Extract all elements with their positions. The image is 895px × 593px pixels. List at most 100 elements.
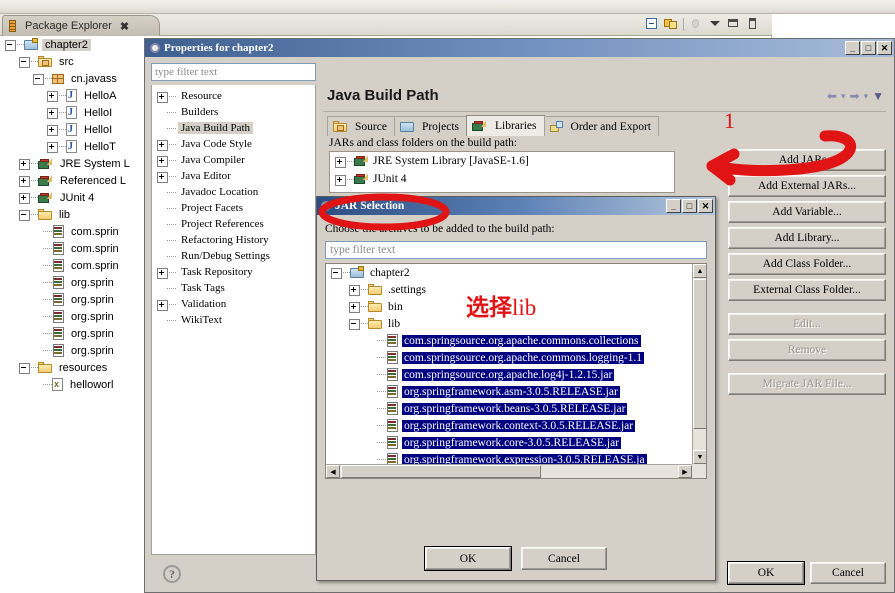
last-edit-icon[interactable]	[362, 0, 375, 13]
expand-twisty-icon[interactable]	[46, 124, 58, 136]
jar-tree-item[interactable]: com.springsource.org.apache.commons.logg…	[326, 349, 694, 366]
stop-icon[interactable]	[210, 0, 223, 13]
add-variable-button[interactable]: Add Variable...	[728, 201, 886, 223]
close-icon[interactable]: ✖	[120, 20, 129, 33]
tree-item[interactable]: resources	[0, 359, 147, 376]
back-arrow-icon[interactable]: ⬅	[827, 89, 837, 103]
tree-item[interactable]: src	[0, 53, 147, 70]
tree-item[interactable]: org.sprin	[0, 274, 147, 291]
search-icon[interactable]	[292, 0, 305, 13]
debug-icon[interactable]	[112, 0, 125, 13]
external-tools-icon[interactable]	[170, 0, 183, 13]
save-icon[interactable]	[22, 0, 35, 13]
tree-item[interactable]: com.sprin	[0, 257, 147, 274]
tree-item[interactable]: Referenced L	[0, 172, 147, 189]
tree-item[interactable]: JRE System L	[0, 155, 147, 172]
add-external-jars-button[interactable]: Add External JARs...	[728, 175, 886, 197]
properties-tree-item[interactable]: Validation	[152, 296, 315, 312]
properties-tree-item[interactable]: Java Code Style	[152, 136, 315, 152]
forward-dropdown-icon[interactable]: ▾	[864, 91, 869, 102]
properties-tree-item[interactable]: Java Build Path	[152, 120, 315, 136]
minimize-button[interactable]: _	[845, 41, 860, 55]
build-path-tabs[interactable]: Source Projects Libraries Order and Export	[327, 115, 659, 136]
external-class-folder-button[interactable]: External Class Folder...	[728, 279, 886, 301]
jar-selection-filter-input[interactable]: type filter text	[325, 241, 707, 259]
collapse-twisty-icon[interactable]	[18, 209, 30, 221]
expand-twisty-icon[interactable]	[18, 158, 30, 170]
close-button[interactable]: ✕	[698, 199, 713, 213]
tree-item[interactable]: lib	[0, 206, 147, 223]
collapse-twisty-icon[interactable]	[4, 39, 16, 51]
collapse-twisty-icon[interactable]	[18, 362, 30, 374]
expand-twisty-icon[interactable]	[46, 141, 58, 153]
new-icon[interactable]	[4, 0, 17, 13]
run-icon[interactable]	[134, 0, 147, 13]
collapse-twisty-icon[interactable]	[32, 73, 44, 85]
link-with-editor-icon[interactable]	[664, 17, 678, 31]
properties-tree-item[interactable]: Project Facets	[152, 200, 315, 216]
properties-tree-item[interactable]: Project References	[152, 216, 315, 232]
tree-item[interactable]: chapter2	[0, 36, 147, 53]
focus-on-active-task-icon[interactable]	[689, 17, 703, 31]
expand-twisty-icon[interactable]	[46, 90, 58, 102]
help-question-icon[interactable]: ?	[163, 565, 181, 583]
build-path-entry[interactable]: JUnit 4	[330, 170, 674, 188]
scroll-down-arrow-icon[interactable]: ▼	[693, 450, 706, 464]
vertical-scroll-thumb[interactable]	[693, 279, 706, 429]
properties-tree-item[interactable]: Javadoc Location	[152, 184, 315, 200]
expand-twisty-icon[interactable]	[18, 192, 30, 204]
forward-history-icon[interactable]	[406, 0, 419, 13]
ok-button[interactable]: OK	[727, 561, 805, 585]
scroll-right-arrow-icon[interactable]: ▶	[678, 465, 692, 478]
expand-twisty-icon[interactable]	[156, 139, 168, 151]
properties-tree-item[interactable]: Resource	[152, 88, 315, 104]
save-all-icon[interactable]	[40, 0, 53, 13]
tree-item[interactable]: org.sprin	[0, 308, 147, 325]
jar-tree-item[interactable]: org.springframework.beans-3.0.5.RELEASE.…	[326, 400, 694, 417]
scroll-up-arrow-icon[interactable]: ▲	[693, 264, 706, 278]
build-path-entries-list[interactable]: JRE System Library [JavaSE-1.6] JUnit 4	[329, 151, 675, 193]
new-java-class-icon[interactable]	[240, 0, 253, 13]
jar-tree-item[interactable]: com.springsource.org.apache.commons.coll…	[326, 332, 694, 349]
new-package-icon[interactable]	[262, 0, 275, 13]
maximize-button[interactable]: □	[861, 41, 876, 55]
expand-twisty-icon[interactable]	[348, 284, 360, 296]
tree-item[interactable]: org.sprin	[0, 291, 147, 308]
expand-twisty-icon[interactable]	[18, 175, 30, 187]
properties-tree-item[interactable]: Refactoring History	[152, 232, 315, 248]
tree-item[interactable]: JUnit 4	[0, 189, 147, 206]
vertical-scrollbar[interactable]: ▲ ▼	[692, 264, 706, 464]
tree-item[interactable]: J HelloA	[0, 87, 147, 104]
expand-twisty-icon[interactable]	[156, 299, 168, 311]
forward-arrow-icon[interactable]: ➡	[850, 89, 860, 103]
expand-twisty-icon[interactable]	[348, 301, 360, 313]
horizontal-scroll-thumb[interactable]	[341, 465, 541, 478]
tab-package-explorer[interactable]: Package Explorer ✖	[2, 15, 160, 36]
minimize-button[interactable]: _	[666, 199, 681, 213]
next-annotation-icon[interactable]	[318, 0, 331, 13]
build-path-entry[interactable]: JRE System Library [JavaSE-1.6]	[330, 152, 674, 170]
jar-tree-item[interactable]: org.springframework.core-3.0.5.RELEASE.j…	[326, 434, 694, 451]
jar-tree-item[interactable]: org.springframework.expression-3.0.5.REL…	[326, 451, 694, 464]
tab-libraries[interactable]: Libraries	[466, 115, 545, 136]
add-jars-button[interactable]: Add JARs...	[728, 149, 886, 171]
cancel-button[interactable]: Cancel	[521, 547, 607, 570]
close-button[interactable]: ✕	[877, 41, 892, 55]
jar-selection-titlebar[interactable]: JAR Selection _ □ ✕	[317, 197, 715, 215]
prev-annotation-icon[interactable]	[340, 0, 353, 13]
tree-item[interactable]: com.sprin	[0, 223, 147, 240]
back-dropdown-icon[interactable]: ▾	[841, 91, 846, 102]
print-icon[interactable]	[62, 0, 75, 13]
horizontal-scrollbar[interactable]: ◀ ▶	[326, 464, 692, 478]
back-history-icon[interactable]	[384, 0, 397, 13]
expand-twisty-icon[interactable]	[156, 155, 168, 167]
ok-button[interactable]: OK	[425, 547, 511, 570]
collapse-twisty-icon[interactable]	[348, 318, 360, 330]
properties-tree-item[interactable]: Java Compiler	[152, 152, 315, 168]
properties-tree-item[interactable]: Task Tags	[152, 280, 315, 296]
tree-item[interactable]: org.sprin	[0, 342, 147, 359]
expand-twisty-icon[interactable]	[156, 267, 168, 279]
properties-titlebar[interactable]: Properties for chapter2 _ □ ✕	[145, 39, 894, 57]
tree-item[interactable]: J HelloI	[0, 121, 147, 138]
tree-item[interactable]: J HelloI	[0, 104, 147, 121]
